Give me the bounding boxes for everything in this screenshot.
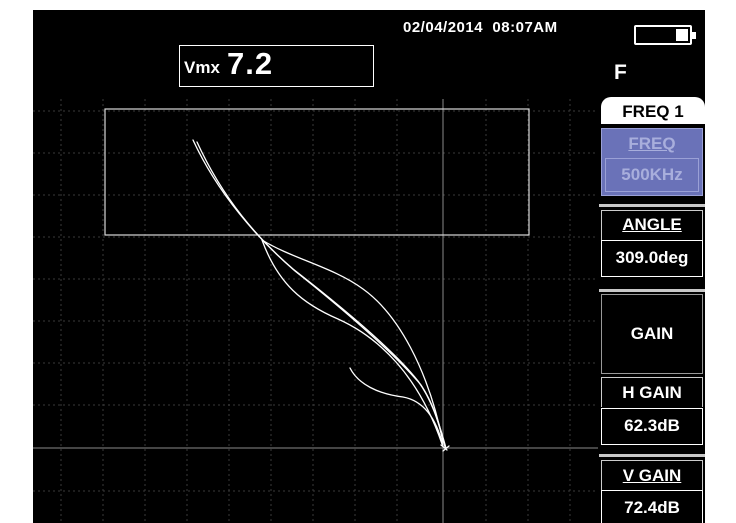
gain-button[interactable]: GAIN [601,294,703,374]
battery-tip [692,32,696,39]
mode-indicator: F [614,61,627,84]
angle-label: ANGLE [622,215,682,234]
freq-label: FREQ [628,134,676,153]
date-time: 02/04/2014 08:07AM [403,19,558,36]
grid [33,99,598,523]
angle-button[interactable]: ANGLE [601,210,703,240]
axes [33,99,598,523]
parameter-panel: FREQ 1 FREQ 500KHz ANGLE 309.0deg GAIN H… [599,97,705,523]
angle-value[interactable]: 309.0deg [601,240,703,277]
gain-label: GAIN [630,324,674,343]
impedance-plane-display [33,99,598,523]
freq-button[interactable]: FREQ 500KHz [601,128,703,196]
v-gain-value[interactable]: 72.4dB [601,490,703,523]
battery-fill [676,29,688,41]
h-gain-button[interactable]: H GAIN [601,377,703,407]
separator [599,454,705,457]
date: 02/04/2014 [403,19,484,36]
separator [599,289,705,292]
vmx-readout: Vmx 7.2 [179,45,374,87]
instrument-screen: 02/04/2014 08:07AM Vmx 7.2 F FREQ 1 FREQ… [33,10,705,523]
alarm-box [104,108,530,236]
v-gain-button[interactable]: V GAIN [601,460,703,490]
h-gain-value[interactable]: 62.3dB [601,408,703,445]
v-gain-label: V GAIN [622,466,682,485]
separator [599,204,705,207]
time: 08:07AM [492,19,558,36]
battery-icon [634,25,696,45]
tab-freq-1[interactable]: FREQ 1 [601,97,705,124]
freq-value: 500KHz [605,158,699,192]
vmx-label: Vmx [184,58,220,77]
signal-trace [192,139,450,452]
h-gain-label: H GAIN [622,383,682,402]
vmx-value: 7.2 [227,46,274,81]
